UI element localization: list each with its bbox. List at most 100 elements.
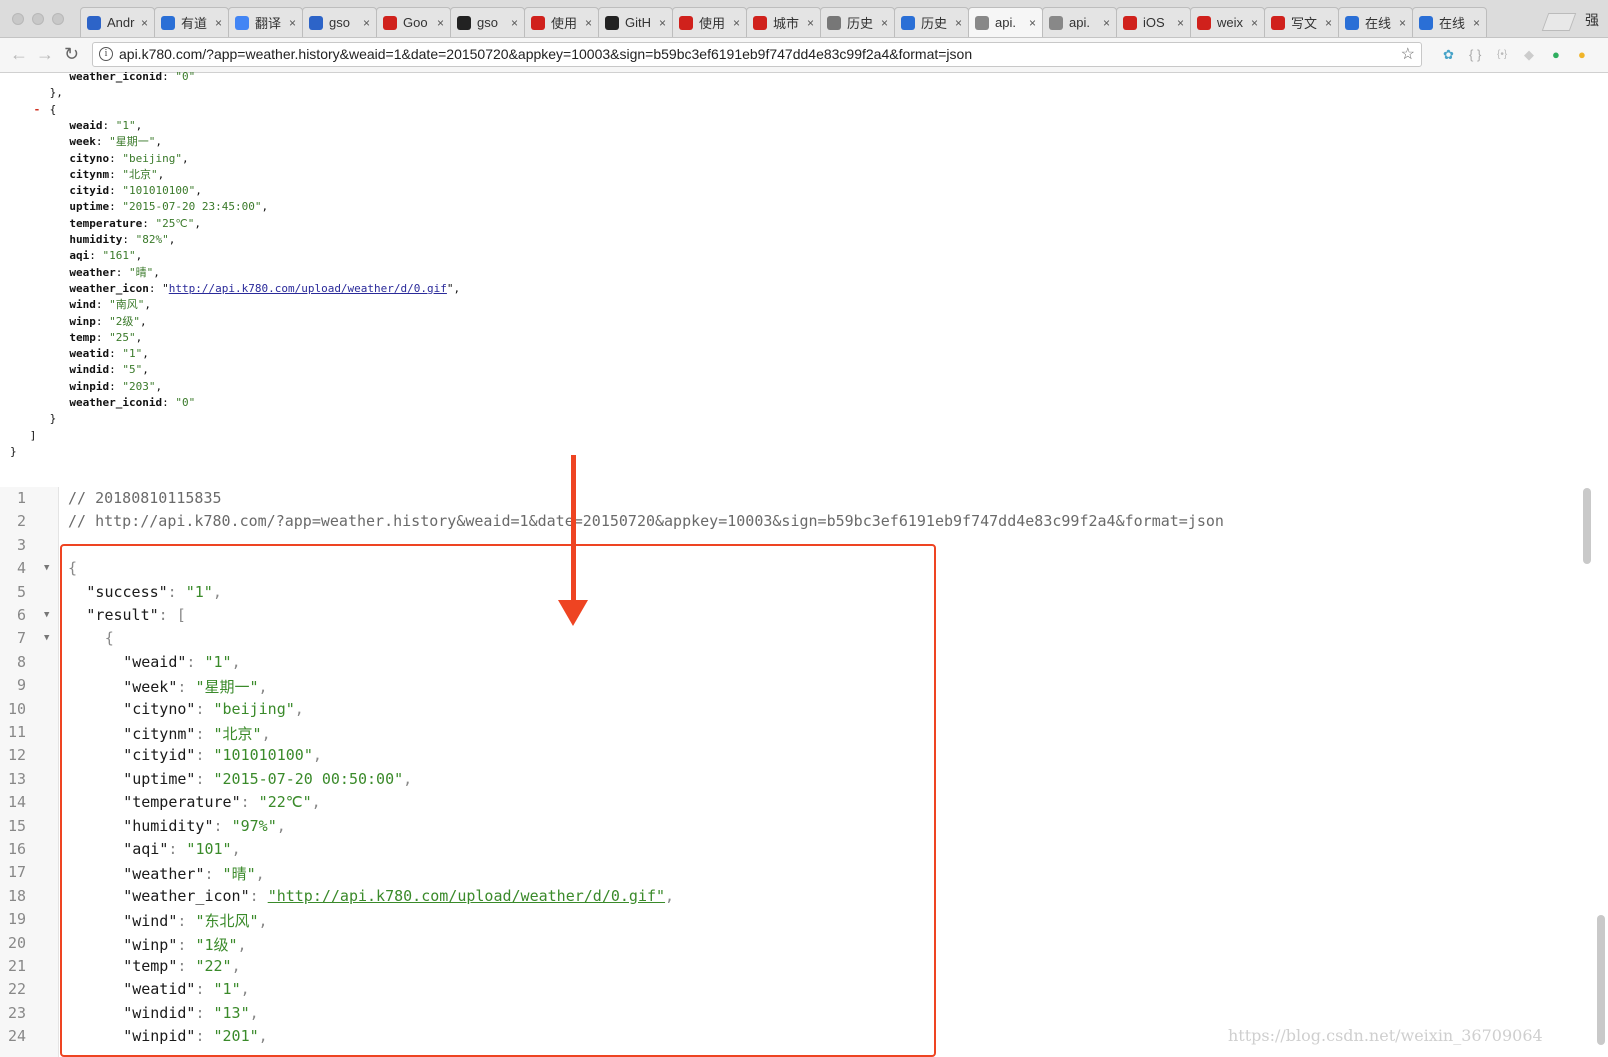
close-tab-icon[interactable]: × [1473, 16, 1480, 30]
tab[interactable]: 城市 × [746, 7, 821, 37]
close-tab-icon[interactable]: × [511, 16, 518, 30]
fold-toggle-icon[interactable]: ▼ [44, 633, 49, 643]
raw-trail: , [153, 265, 160, 279]
close-tab-icon[interactable]: × [881, 16, 888, 30]
tab[interactable]: weix × [1190, 7, 1265, 37]
tab[interactable]: api. × [968, 7, 1043, 37]
tab-title: gso [477, 15, 498, 30]
raw-value: "25℃" [155, 216, 195, 230]
grammarly-icon[interactable]: ● [1552, 47, 1560, 62]
line-number: 23 [7, 1003, 26, 1022]
close-tab-icon[interactable]: × [1029, 16, 1036, 30]
line-number: 16 [7, 840, 26, 858]
raw-value: "203" [122, 379, 156, 393]
raw-value: "0" [175, 396, 196, 409]
bookmark-star-icon[interactable]: ☆ [1401, 43, 1415, 66]
line-number: 9 [16, 676, 26, 695]
raw-json-line: week: "星期一", [69, 135, 163, 149]
tab[interactable]: 使用 × [524, 7, 599, 37]
tab[interactable]: 使用 × [672, 7, 747, 37]
warning-icon[interactable]: ● [1578, 47, 1586, 62]
tab[interactable]: Andr × [80, 7, 155, 37]
line-number: 3 [16, 535, 26, 554]
line-number: 6 [16, 606, 26, 624]
raw-key: windid [69, 363, 110, 377]
tab[interactable]: 在线 × [1412, 7, 1487, 37]
close-tab-icon[interactable]: × [215, 16, 222, 30]
raw-key: temperature [69, 216, 143, 230]
url-text[interactable]: api.k780.com/?app=weather.history&weaid=… [119, 46, 972, 62]
line-number: 22 [7, 980, 26, 999]
fold-toggle-icon[interactable]: ▼ [44, 563, 49, 573]
forward-icon[interactable]: → [36, 44, 54, 65]
raw-key: weatid [69, 347, 110, 361]
extension-diamond-icon[interactable]: ◆ [1524, 47, 1534, 63]
close-tab-icon[interactable]: × [807, 16, 814, 30]
raw-link[interactable]: http://api.k780.com/upload/weather/d/0.g… [169, 282, 447, 295]
tab[interactable]: 写文 × [1264, 7, 1339, 37]
tab[interactable]: 在线 × [1338, 7, 1413, 37]
address-bar[interactable]: i api.k780.com/?app=weather.history&weai… [92, 42, 1422, 67]
raw-key: temp [69, 330, 96, 344]
tab[interactable]: GitH × [598, 7, 673, 37]
close-window-button[interactable] [12, 13, 24, 25]
raw-json-line: uptime: "2015-07-20 23:45:00", [69, 200, 269, 214]
line-number: 12 [7, 746, 26, 765]
close-tab-icon[interactable]: × [585, 16, 592, 30]
extension-bracket-icon[interactable]: {•} [1497, 49, 1507, 60]
tab[interactable]: 历史 × [894, 7, 969, 37]
raw-key: cityid [69, 184, 110, 198]
reload-icon[interactable]: ↻ [64, 44, 79, 65]
viewer-scrollbar[interactable] [1583, 488, 1591, 564]
close-tab-icon[interactable]: × [1399, 16, 1406, 30]
collapse-toggle[interactable]: - [34, 102, 41, 118]
new-tab-button[interactable] [1541, 13, 1577, 31]
close-tab-icon[interactable]: × [289, 16, 296, 30]
raw-key: week [69, 135, 96, 149]
close-tab-icon[interactable]: × [659, 16, 666, 30]
line-number: 15 [7, 816, 26, 835]
close-tab-icon[interactable]: × [1325, 16, 1332, 30]
raw-value: "晴" [129, 265, 154, 279]
json-braces-icon[interactable]: { } [1469, 47, 1481, 62]
extension-globe-icon[interactable]: ✿ [1443, 47, 1454, 63]
raw-value: "星期一" [109, 135, 156, 149]
close-tab-icon[interactable]: × [437, 16, 444, 30]
page-scrollbar[interactable] [1597, 915, 1605, 1045]
close-tab-icon[interactable]: × [1103, 16, 1110, 30]
close-tab-icon[interactable]: × [955, 16, 962, 30]
line-number: 14 [7, 793, 26, 812]
tab[interactable]: Goo × [376, 7, 451, 37]
close-tab-icon[interactable]: × [363, 16, 370, 30]
tab[interactable]: 有道 × [154, 7, 229, 37]
tab[interactable]: 历史 × [820, 7, 895, 37]
close-tab-icon[interactable]: × [1251, 16, 1258, 30]
tab[interactable]: api. × [1042, 7, 1117, 37]
back-icon[interactable]: ← [10, 44, 28, 65]
profile-button[interactable]: 强 [1585, 10, 1599, 30]
watermark: https://blog.csdn.net/weixin_36709064 [1228, 1026, 1543, 1045]
line-number: 24 [7, 1027, 26, 1046]
zoom-window-button[interactable] [52, 13, 64, 25]
csdn-icon [1123, 15, 1137, 30]
close-tab-icon[interactable]: × [1177, 16, 1184, 30]
raw-json-line: wind: "南风", [69, 298, 152, 312]
raw-key: winpid [69, 379, 110, 393]
info-icon[interactable]: i [99, 47, 113, 61]
raw-punctuation: { [49, 102, 57, 116]
line-number: 13 [7, 769, 26, 788]
close-tab-icon[interactable]: × [141, 16, 148, 30]
tab-title: Andr [107, 15, 135, 30]
tab[interactable]: 翻译 × [228, 7, 303, 37]
tab[interactable]: iOS × [1116, 7, 1191, 37]
close-tab-icon[interactable]: × [733, 16, 740, 30]
minimize-window-button[interactable] [32, 13, 44, 25]
k-icon [975, 15, 989, 30]
fold-toggle-icon[interactable]: ▼ [44, 610, 49, 620]
tab[interactable]: gso × [450, 7, 525, 37]
raw-value: "1" [115, 118, 136, 132]
raw-trail: , [195, 184, 202, 198]
raw-trail: , [182, 151, 189, 165]
line-number: 2 [16, 512, 26, 531]
tab[interactable]: gso × [302, 7, 377, 37]
